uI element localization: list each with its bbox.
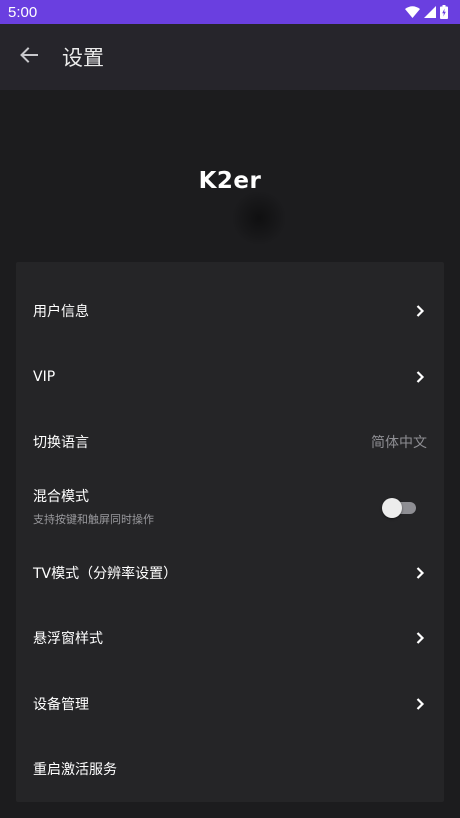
chevron-right-icon xyxy=(413,697,427,711)
settings-item-label: TV模式（分辨率设置） xyxy=(33,565,178,582)
mixed-mode-toggle[interactable] xyxy=(382,497,418,518)
settings-item-device-management[interactable]: 设备管理 xyxy=(16,671,444,736)
logo-area: K2er xyxy=(0,150,460,246)
status-time: 5:00 xyxy=(8,3,38,21)
settings-item-label: 切换语言 xyxy=(33,434,89,451)
settings-item-tv-mode[interactable]: TV模式（分辨率设置） xyxy=(16,540,444,605)
settings-item-label: 悬浮窗样式 xyxy=(33,630,103,647)
chevron-right-icon xyxy=(413,304,427,318)
settings-item-mixed-mode: 混合模式 支持按键和触屏同时操作 xyxy=(16,474,444,539)
arrow-left-icon xyxy=(19,45,39,69)
page-title: 设置 xyxy=(62,46,104,70)
battery-charging-icon xyxy=(440,5,448,19)
settings-item-float-window[interactable]: 悬浮窗样式 xyxy=(16,605,444,670)
signal-icon xyxy=(424,6,436,18)
status-bar: 5:00 xyxy=(0,0,460,24)
settings-item-label: 重启激活服务 xyxy=(33,761,117,778)
language-value: 简体中文 xyxy=(371,434,427,451)
logo-shadow xyxy=(230,190,287,246)
settings-item-label: VIP xyxy=(33,368,56,385)
chevron-right-icon xyxy=(413,370,427,384)
settings-item-label: 混合模式 xyxy=(33,489,89,505)
settings-item-label: 用户信息 xyxy=(33,303,89,320)
settings-item-vip[interactable]: VIP xyxy=(16,344,444,409)
chevron-right-icon xyxy=(413,566,427,580)
toggle-thumb xyxy=(382,497,402,518)
settings-item-language[interactable]: 切换语言 简体中文 xyxy=(16,409,444,474)
settings-item-label: 设备管理 xyxy=(33,696,89,713)
settings-item-user-info[interactable]: 用户信息 xyxy=(16,278,444,343)
settings-item-restart-service[interactable]: 重启激活服务 xyxy=(16,736,444,801)
app-bar: 设置 xyxy=(0,24,460,90)
wifi-icon xyxy=(405,6,420,18)
logo-text: K2er xyxy=(198,168,262,194)
back-button[interactable] xyxy=(1,29,57,85)
settings-card: 用户信息 VIP 切换语言 简体中文 混合模式 支持按键和触屏同时操作 TV模式… xyxy=(16,262,444,802)
chevron-right-icon xyxy=(413,631,427,645)
logo: K2er xyxy=(198,168,287,246)
settings-item-subtitle: 支持按键和触屏同时操作 xyxy=(33,513,154,526)
status-icons xyxy=(405,5,448,19)
